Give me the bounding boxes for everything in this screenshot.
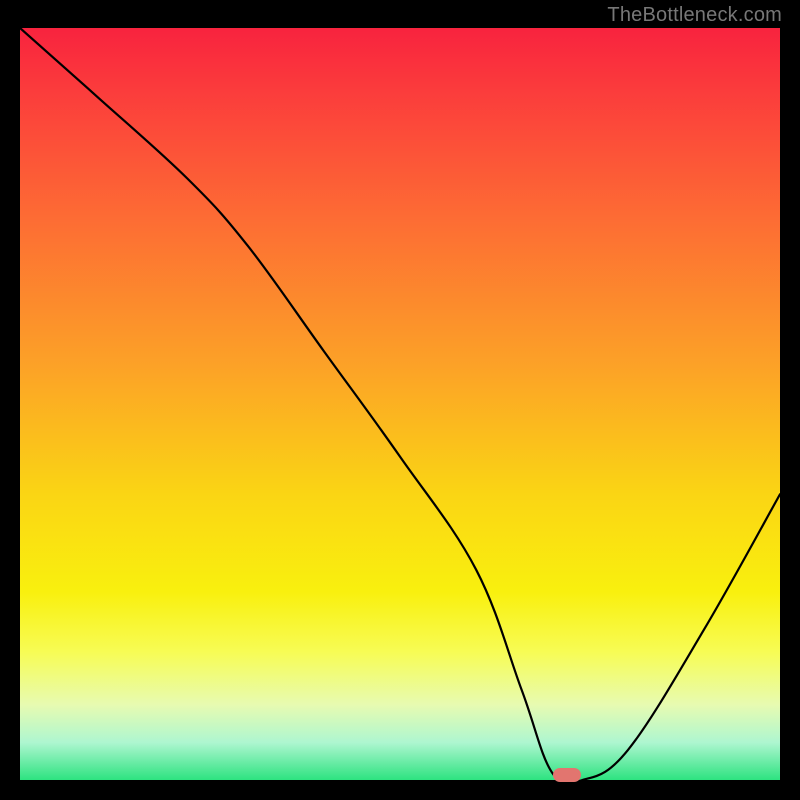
watermark-text: TheBottleneck.com <box>607 4 782 27</box>
optimal-point-marker <box>553 768 581 782</box>
plot-area <box>20 28 780 780</box>
bottleneck-curve <box>20 28 780 780</box>
